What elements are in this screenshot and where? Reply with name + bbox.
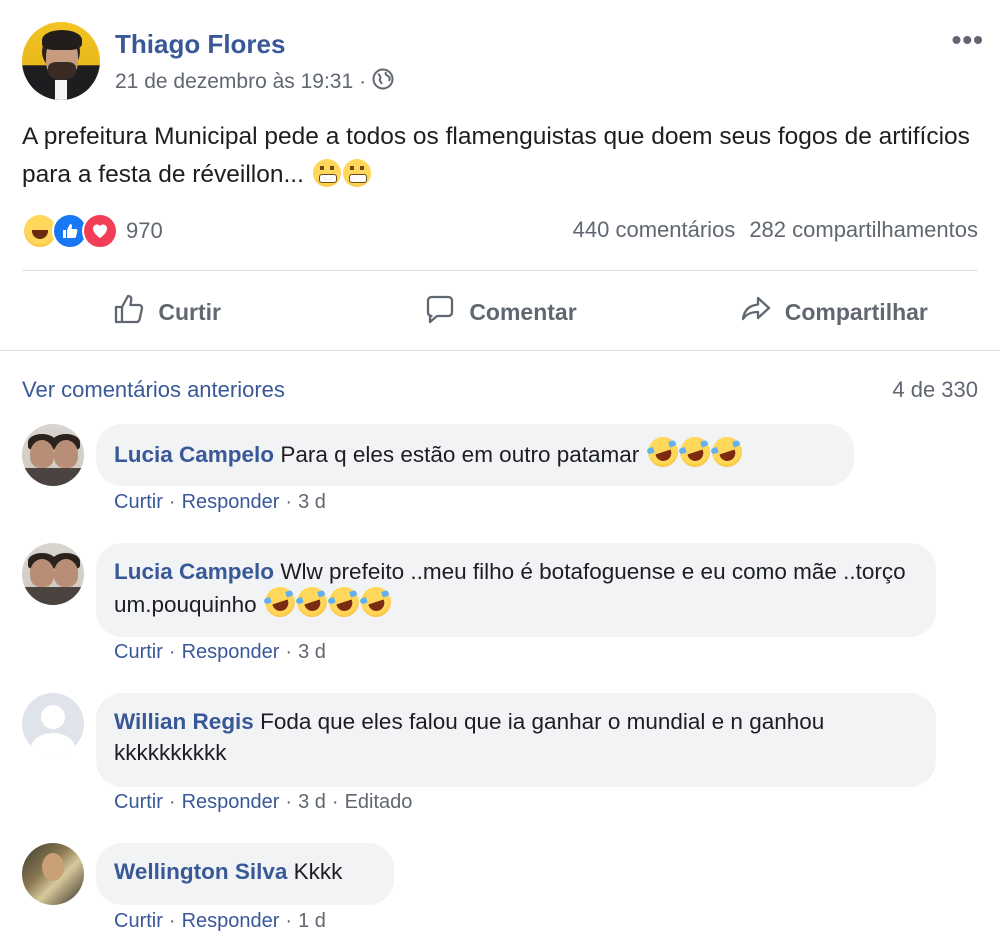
divider: [0, 350, 1000, 351]
share-button[interactable]: Compartilhar: [667, 285, 1000, 339]
like-button[interactable]: Curtir: [0, 285, 333, 339]
commenter-avatar[interactable]: [22, 424, 84, 486]
meta-separator: ·: [359, 70, 367, 93]
share-button-label: Compartilhar: [784, 298, 928, 325]
comment-age[interactable]: 1 d: [298, 910, 326, 932]
comment-like-link[interactable]: Curtir: [114, 491, 163, 513]
post-timestamp[interactable]: 21 de dezembro às 19:31: [115, 70, 353, 94]
comment-meta: Curtir · Responder · 3 d · Editado: [114, 791, 413, 813]
comment-button[interactable]: Comentar: [333, 285, 666, 339]
globe-icon: [372, 68, 394, 96]
comment-age[interactable]: 3 d: [298, 491, 326, 513]
rolling-laughing-icon: [675, 433, 714, 471]
post-text: A prefeitura Municipal pede a todos os f…: [22, 118, 982, 194]
rolling-laughing-icon: [292, 583, 331, 621]
comment-text: Kkkk: [293, 859, 343, 884]
comment-like-link[interactable]: Curtir: [114, 910, 163, 932]
view-previous-comments-link[interactable]: Ver comentários anteriores: [22, 377, 285, 403]
reaction-count: 970: [126, 218, 163, 243]
comment-reply-link[interactable]: Responder: [182, 491, 280, 513]
grimacing-face-icon: [312, 159, 341, 187]
comment-reply-link[interactable]: Responder: [182, 791, 280, 813]
commenter-name[interactable]: Lucia Campelo: [114, 442, 274, 467]
comment-button-label: Comentar: [469, 298, 577, 325]
share-arrow-icon: [739, 292, 773, 332]
commenter-name[interactable]: Lucia Campelo: [114, 559, 274, 584]
rolling-laughing-icon: [643, 433, 682, 471]
comment-age[interactable]: 3 d: [298, 791, 326, 813]
comment-like-link[interactable]: Curtir: [114, 641, 163, 663]
action-bar: Curtir Comentar Compartilhar: [0, 285, 1000, 339]
rolling-laughing-icon: [707, 433, 746, 471]
comments-count-link[interactable]: 440 comentários: [573, 217, 736, 243]
more-options-button[interactable]: •••: [952, 24, 984, 56]
comment-bubble: Lucia Campelo Para q eles estão em outro…: [96, 424, 854, 486]
comment-meta: Curtir · Responder · 3 d: [114, 641, 326, 663]
like-button-label: Curtir: [158, 298, 221, 325]
commenter-avatar[interactable]: [22, 843, 84, 905]
grimacing-face-icon: [342, 159, 371, 187]
rolling-laughing-icon: [324, 583, 363, 621]
commenter-name[interactable]: Wellington Silva: [114, 859, 287, 884]
reactions-summary[interactable]: 970: [22, 213, 163, 249]
post-meta: 21 de dezembro às 19:31 ·: [115, 68, 394, 96]
post-body: A prefeitura Municipal pede a todos os f…: [22, 123, 970, 188]
comment-bubble: Willian Regis Foda que eles falou que ia…: [96, 693, 936, 787]
comments-page-count: 4 de 330: [892, 377, 978, 402]
comment-meta: Curtir · Responder · 3 d: [114, 491, 326, 513]
commenter-avatar[interactable]: [22, 543, 84, 605]
post-stats: 440 comentários 282 compartilhamentos: [573, 217, 978, 243]
divider: [22, 270, 978, 271]
comment-like-link[interactable]: Curtir: [114, 791, 163, 813]
shares-count-link[interactable]: 282 compartilhamentos: [749, 217, 978, 243]
comment-reply-link[interactable]: Responder: [182, 641, 280, 663]
comment-text: Para q eles estão em outro patamar: [280, 442, 640, 467]
comment-reply-link[interactable]: Responder: [182, 910, 280, 932]
love-icon: [82, 213, 118, 249]
comment-bubble: Wellington Silva Kkkk: [96, 843, 394, 905]
rolling-laughing-icon: [260, 583, 299, 621]
post-author-name[interactable]: Thiago Flores: [115, 29, 285, 60]
comment-edited-label[interactable]: Editado: [345, 791, 413, 813]
commenter-name[interactable]: Willian Regis: [114, 709, 254, 734]
speech-bubble-icon: [423, 292, 457, 332]
thumbs-up-icon: [112, 292, 146, 332]
rolling-laughing-icon: [356, 583, 395, 621]
comment-meta: Curtir · Responder · 1 d: [114, 910, 326, 932]
comment-bubble: Lucia Campelo Wlw prefeito ..meu filho é…: [96, 543, 936, 637]
comment-age[interactable]: 3 d: [298, 641, 326, 663]
author-avatar[interactable]: [22, 22, 100, 100]
commenter-avatar[interactable]: [22, 693, 84, 755]
